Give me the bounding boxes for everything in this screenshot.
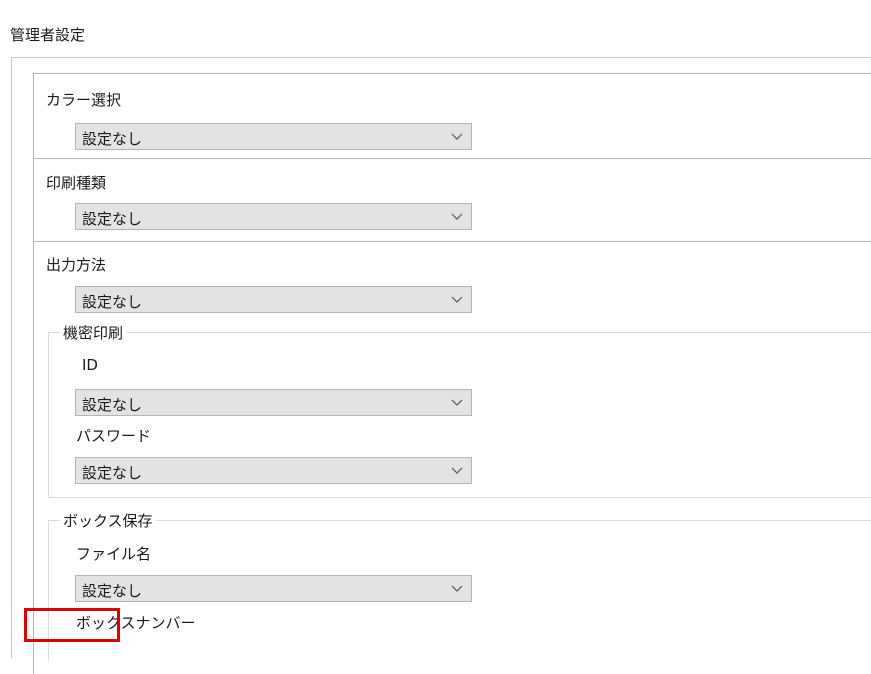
- chevron-down-icon: [451, 467, 463, 474]
- secure-print-id-value: 設定なし: [82, 396, 143, 414]
- chevron-down-icon: [451, 133, 463, 140]
- secure-print-id-label: ID: [82, 356, 98, 374]
- print-type-dropdown[interactable]: 設定なし: [75, 203, 472, 230]
- box-save-group-label: ボックス保存: [60, 510, 156, 531]
- secure-print-password-value: 設定なし: [82, 464, 143, 482]
- secure-print-group-label: 機密印刷: [60, 322, 127, 343]
- chevron-down-icon: [451, 296, 463, 303]
- secure-print-password-dropdown[interactable]: 設定なし: [75, 457, 472, 484]
- chevron-down-icon: [451, 399, 463, 406]
- section-divider: [34, 241, 871, 242]
- secure-print-password-label: パスワード: [76, 427, 152, 445]
- output-method-value: 設定なし: [82, 293, 143, 311]
- print-type-label: 印刷種類: [46, 174, 107, 192]
- print-type-value: 設定なし: [82, 210, 143, 228]
- secure-print-id-dropdown[interactable]: 設定なし: [75, 389, 472, 416]
- color-select-dropdown[interactable]: 設定なし: [75, 123, 472, 150]
- box-save-file-name-value: 設定なし: [82, 582, 143, 600]
- output-method-dropdown[interactable]: 設定なし: [75, 286, 472, 313]
- output-method-label: 出力方法: [46, 256, 107, 274]
- color-select-value: 設定なし: [82, 130, 143, 148]
- box-save-file-name-dropdown[interactable]: 設定なし: [75, 575, 472, 602]
- color-select-label: カラー選択: [46, 91, 122, 109]
- chevron-down-icon: [451, 585, 463, 592]
- chevron-down-icon: [451, 213, 463, 220]
- box-save-file-name-label: ファイル名: [76, 545, 152, 563]
- section-divider: [34, 158, 871, 159]
- window-title: 管理者設定: [10, 26, 86, 44]
- highlight-annotation-box: [24, 608, 120, 642]
